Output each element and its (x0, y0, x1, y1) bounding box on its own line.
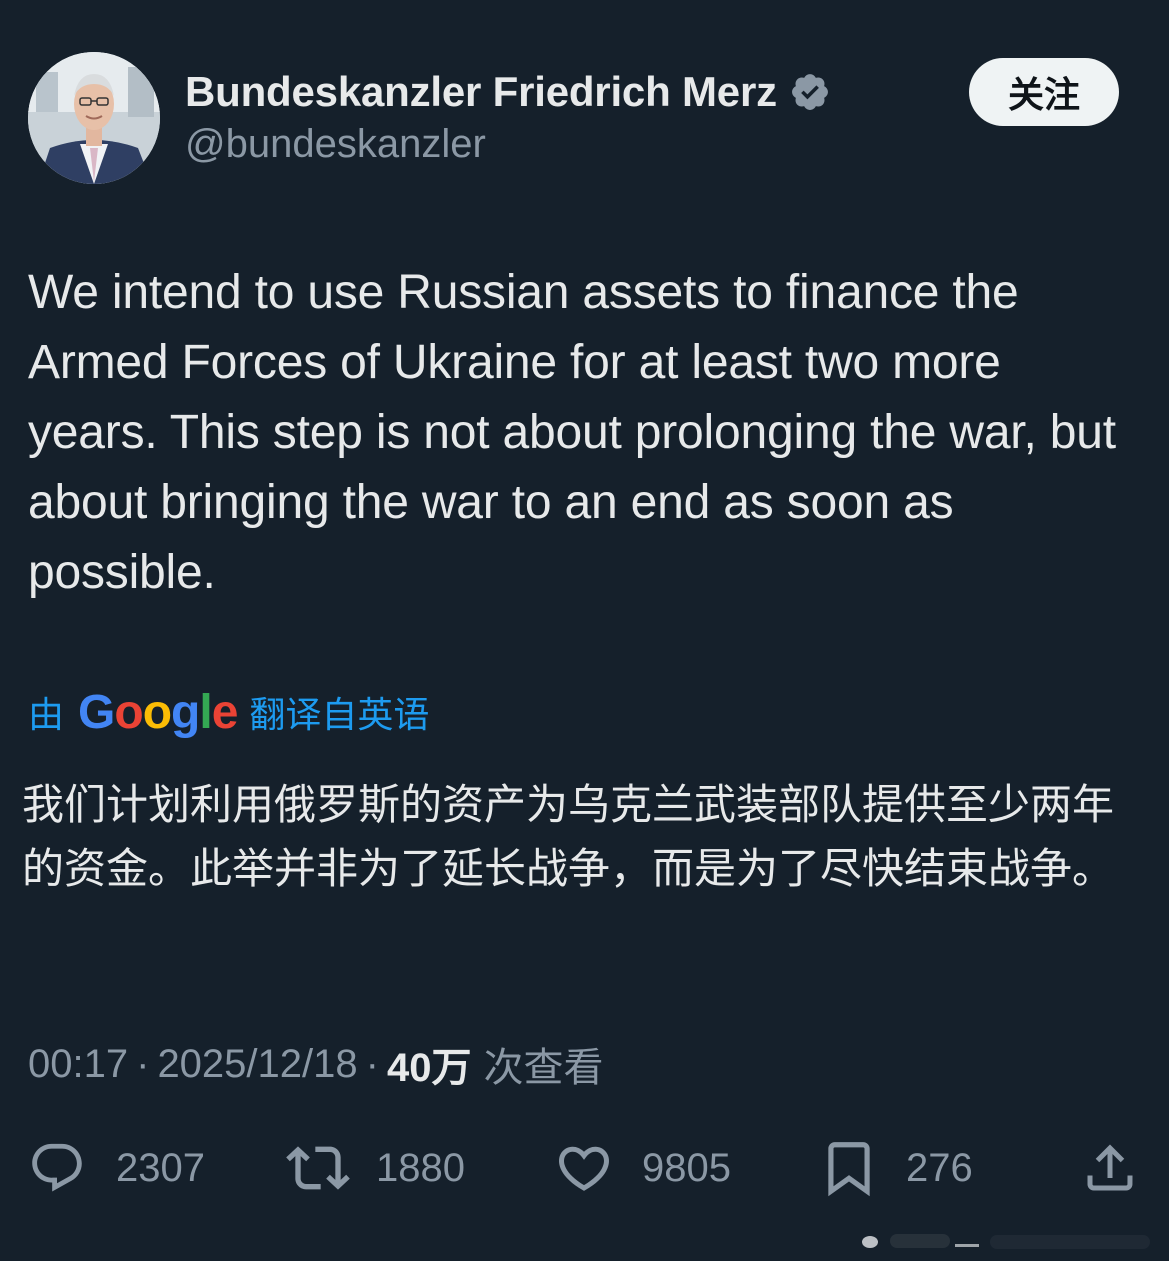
share-button[interactable] (1080, 1136, 1140, 1200)
views-label: 次查看 (483, 1045, 604, 1091)
google-logo-letter: o (142, 685, 172, 739)
share-icon (1080, 1138, 1140, 1198)
tweet-time[interactable]: 00:17 (28, 1042, 128, 1087)
bookmark-button[interactable]: 276 (818, 1136, 973, 1200)
google-logo-letter: e (211, 685, 239, 739)
tweet-header: Bundeskanzler Friedrich Merz @bundeskanz… (28, 52, 1128, 192)
tweet-meta: 00:17 · 2025/12/18 · 40万 次查看 (28, 1038, 604, 1092)
verified-badge-icon (789, 71, 831, 113)
action-bar: 2307 1880 9805 276 (28, 1136, 1143, 1200)
heart-icon (554, 1138, 614, 1198)
google-logo-letter: G (78, 685, 115, 739)
meta-separator: · (365, 1041, 379, 1086)
google-logo: Google (78, 685, 239, 740)
like-button[interactable]: 9805 (554, 1136, 731, 1200)
google-logo-letter: g (171, 685, 200, 739)
translation-prefix: 由 (28, 695, 65, 736)
bottom-strip (860, 1232, 1160, 1252)
like-count: 9805 (642, 1145, 731, 1190)
repost-button[interactable]: 1880 (286, 1136, 465, 1200)
bookmark-count: 276 (906, 1145, 973, 1190)
google-logo-letter: o (114, 685, 143, 739)
tweet-date[interactable]: 2025/12/18 (157, 1042, 357, 1087)
bookmark-icon (818, 1137, 880, 1199)
reply-icon (28, 1139, 86, 1197)
translation-attribution[interactable]: 由 Google 翻译自英语 (28, 682, 429, 742)
follow-button[interactable]: 关注 (969, 58, 1119, 126)
repost-icon (286, 1136, 350, 1200)
handle[interactable]: @bundeskanzler (185, 122, 486, 167)
google-wordmark: Google (78, 685, 239, 739)
reply-count: 2307 (116, 1145, 205, 1190)
repost-count: 1880 (376, 1145, 465, 1190)
google-logo-letter: l (199, 685, 212, 739)
meta-separator: · (136, 1041, 150, 1086)
display-name[interactable]: Bundeskanzler Friedrich Merz (185, 68, 777, 116)
views-count: 40万 (386, 1046, 472, 1090)
avatar[interactable] (28, 52, 160, 184)
reply-button[interactable]: 2307 (28, 1136, 205, 1200)
translated-text: 我们计划利用俄罗斯的资产为乌克兰武装部队提供至少两年的资金。此举并非为了延长战争… (22, 780, 1115, 893)
translation-suffix: 翻译自英语 (249, 695, 430, 736)
tweet-text: We intend to use Russian assets to finan… (28, 266, 1116, 599)
name-row: Bundeskanzler Friedrich Merz (185, 66, 831, 118)
